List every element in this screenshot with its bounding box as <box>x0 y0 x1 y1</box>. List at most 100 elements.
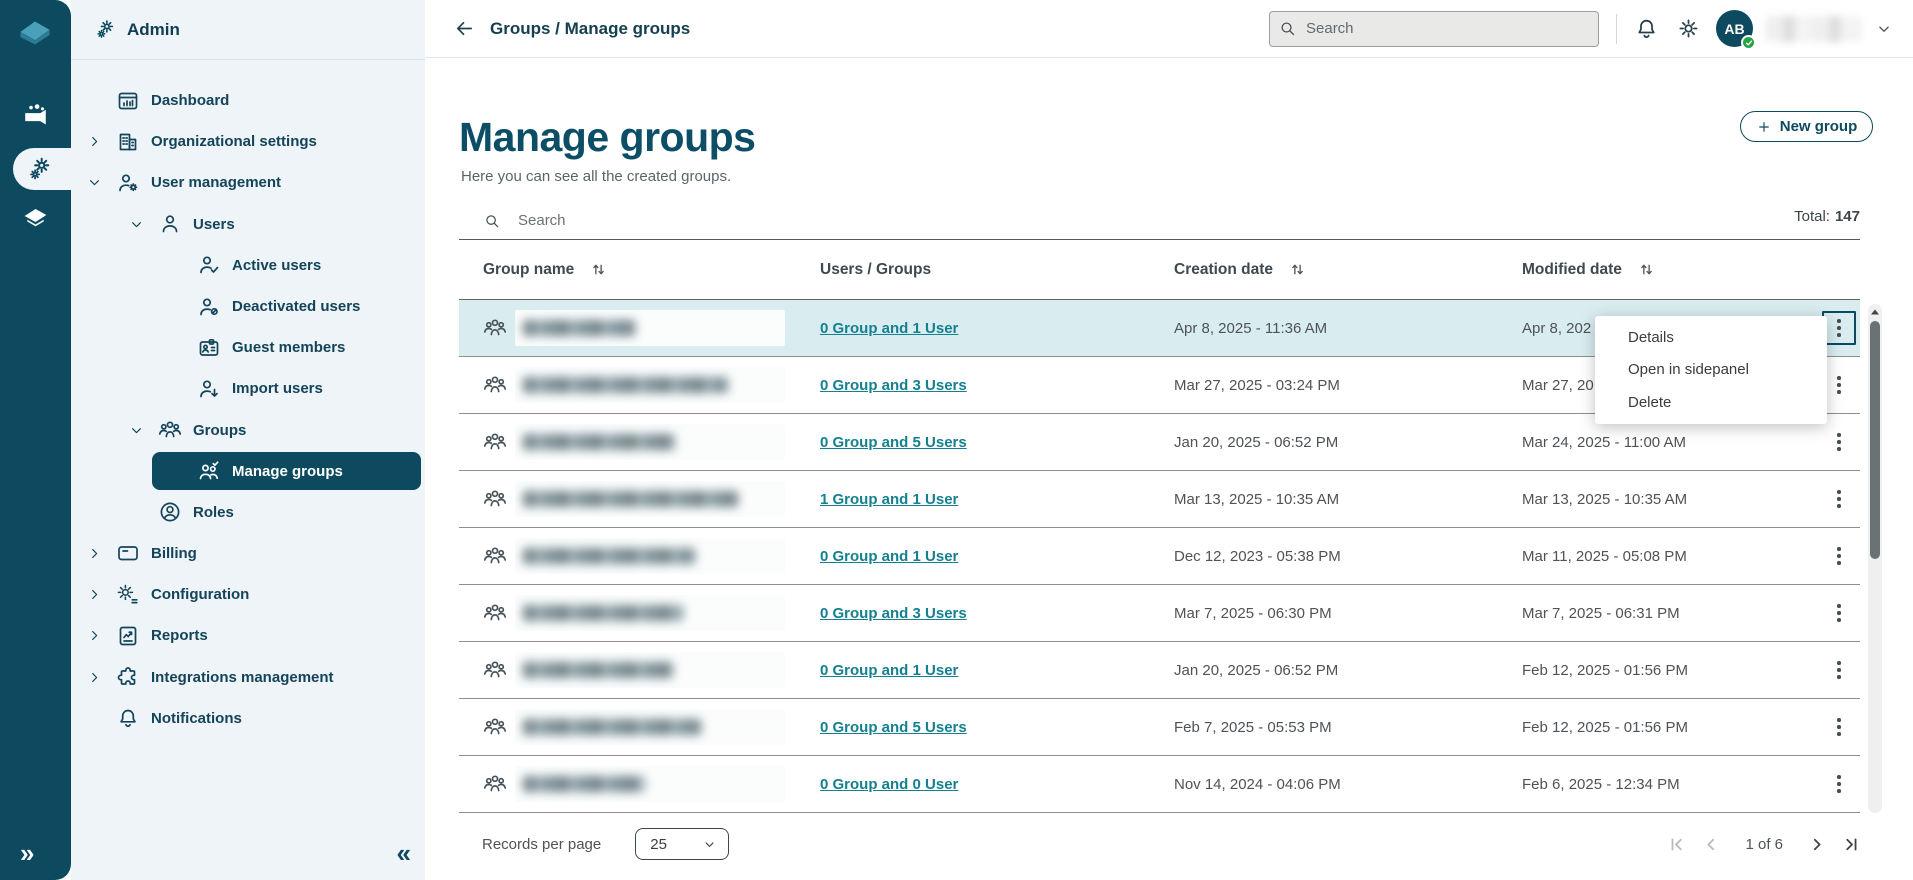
scroll-up-arrow-icon[interactable] <box>1869 307 1881 319</box>
row-actions-kebab-button[interactable] <box>1822 482 1856 516</box>
main-content: Manage groups Here you can see all the c… <box>425 58 1913 880</box>
group-name-redacted <box>515 595 785 631</box>
records-per-page-select[interactable]: 25 <box>635 828 730 860</box>
table-search-input[interactable] <box>518 212 918 229</box>
row-actions-kebab-button[interactable] <box>1822 311 1856 345</box>
user-name-redacted <box>1765 15 1861 42</box>
records-per-page-label: Records per page <box>482 835 602 853</box>
sort-icon[interactable] <box>1290 262 1305 277</box>
last-page-button[interactable] <box>1843 836 1860 853</box>
expand-rail-button[interactable]: » <box>20 840 34 866</box>
library-icon[interactable] <box>21 200 50 229</box>
column-header-modified-date[interactable]: Modified date <box>1522 261 1814 279</box>
users-groups-link[interactable]: 0 Group and 3 Users <box>820 605 967 622</box>
settings-gear-icon[interactable] <box>1676 16 1701 41</box>
group-name-cell <box>515 310 820 346</box>
avatar[interactable]: AB <box>1716 10 1756 50</box>
table-row[interactable]: 0 Group and 5 Users Feb 7, 2025 - 05:53 P… <box>459 699 1860 756</box>
admin-gears-icon[interactable] <box>26 155 54 183</box>
row-actions-kebab-button[interactable] <box>1822 767 1856 801</box>
creation-date: Apr 8, 2025 - 11:36 AM <box>1174 319 1328 337</box>
users-groups-link[interactable]: 0 Group and 1 User <box>820 548 958 565</box>
row-actions-kebab-button[interactable] <box>1822 539 1856 573</box>
sort-icon[interactable] <box>591 262 606 277</box>
scrollbar-thumb[interactable] <box>1870 321 1880 559</box>
total-value: 147 <box>1834 208 1860 225</box>
table-row[interactable]: 0 Group and 1 User Jan 20, 2025 - 06:52 P… <box>459 642 1860 699</box>
sidebar-item-notifications[interactable]: Notifications <box>71 698 425 739</box>
table-row[interactable]: 0 Group and 0 User Nov 14, 2024 - 04:06 P… <box>459 756 1860 813</box>
sidebar-item-integrations-management[interactable]: Integrations management <box>71 656 425 697</box>
users-groups-link[interactable]: 0 Group and 5 Users <box>820 719 967 736</box>
table-row[interactable]: 0 Group and 3 Users Mar 7, 2025 - 06:30 P… <box>459 585 1860 642</box>
sidebar-item-manage-groups[interactable]: Manage groups <box>152 452 421 491</box>
sidebar-header-label: Admin <box>127 19 180 39</box>
users-groups-link[interactable]: 0 Group and 3 Users <box>820 377 967 394</box>
notifications-bell-icon[interactable] <box>1634 16 1659 41</box>
chevron-slot <box>167 380 197 398</box>
sidebar-item-reports[interactable]: Reports <box>71 615 425 656</box>
sidebar-item-roles[interactable]: Roles <box>71 492 425 533</box>
sidebar-item-label: Groups <box>193 421 247 439</box>
row-actions-kebab-button[interactable] <box>1822 425 1856 459</box>
table-row[interactable]: 1 Group and 1 User Mar 13, 2025 - 10:35 A… <box>459 471 1860 528</box>
global-search-input[interactable] <box>1269 10 1599 47</box>
sidebar-item-label: Guest members <box>232 339 346 357</box>
chevron-slot <box>86 709 116 727</box>
sidebar-item-import-users[interactable]: Import users <box>71 368 425 409</box>
sidebar-item-users[interactable]: Users <box>71 204 425 245</box>
back-arrow-icon[interactable] <box>453 17 476 40</box>
users-groups-cell: 0 Group and 1 User <box>820 320 1174 337</box>
row-actions-kebab-button[interactable] <box>1822 710 1856 744</box>
topbar: Groups / Manage groups AB <box>425 0 1913 58</box>
column-header-group-name[interactable]: Group name <box>483 261 820 279</box>
context-menu-item-details[interactable]: Details <box>1595 321 1827 354</box>
column-header-creation-date[interactable]: Creation date <box>1174 261 1522 279</box>
sidebar-item-active-users[interactable]: Active users <box>71 245 425 286</box>
sidebar-item-dashboard[interactable]: Dashboard <box>71 80 425 121</box>
sidebar-item-label: Roles <box>193 503 234 521</box>
chevron-right-icon <box>86 544 116 562</box>
user-icon <box>158 212 182 236</box>
next-page-button[interactable] <box>1809 836 1826 853</box>
sidebar-item-organizational-settings[interactable]: Organizational settings <box>71 121 425 162</box>
chevron-right-icon <box>86 627 116 645</box>
row-actions-kebab-button[interactable] <box>1822 368 1856 402</box>
creation-date: Dec 12, 2023 - 05:38 PM <box>1174 547 1341 565</box>
modified-date: Mar 13, 2025 - 10:35 AM <box>1522 490 1688 508</box>
chevron-down-icon[interactable] <box>1875 20 1893 38</box>
sidebar-item-groups[interactable]: Groups <box>71 410 425 451</box>
group-icon <box>483 715 507 739</box>
chevron-down-icon <box>128 215 158 233</box>
sidebar-item-configuration[interactable]: Configuration <box>71 574 425 615</box>
pager: 1 of 6 <box>1668 836 1860 853</box>
app-logo-icon[interactable] <box>14 12 56 46</box>
sidebar-item-billing[interactable]: Billing <box>71 533 425 574</box>
table-row[interactable]: 0 Group and 1 User Dec 12, 2023 - 05:38 P… <box>459 528 1860 585</box>
table-search <box>459 202 1860 240</box>
plus-icon <box>1756 119 1772 135</box>
breadcrumb: Groups / Manage groups <box>490 18 691 38</box>
sort-icon[interactable] <box>1639 262 1654 277</box>
studio-icon[interactable] <box>21 102 50 131</box>
new-group-button[interactable]: New group <box>1740 111 1873 142</box>
users-groups-link[interactable]: 0 Group and 1 User <box>820 662 958 679</box>
users-groups-link[interactable]: 0 Group and 5 Users <box>820 434 967 451</box>
creation-date: Jan 20, 2025 - 06:52 PM <box>1174 433 1339 451</box>
users-groups-link[interactable]: 0 Group and 0 User <box>820 776 958 793</box>
previous-page-button[interactable] <box>1702 836 1719 853</box>
row-actions-kebab-button[interactable] <box>1822 596 1856 630</box>
context-menu-item-delete[interactable]: Delete <box>1595 386 1827 419</box>
users-groups-link[interactable]: 0 Group and 1 User <box>820 320 958 337</box>
sidebar-item-guest-members[interactable]: Guest members <box>71 327 425 368</box>
sidebar-item-deactivated-users[interactable]: Deactivated users <box>71 286 425 327</box>
creation-date: Mar 13, 2025 - 10:35 AM <box>1174 490 1340 508</box>
users-groups-cell: 0 Group and 1 User <box>820 662 1174 679</box>
sidebar-item-user-management[interactable]: User management <box>71 162 425 203</box>
row-actions-kebab-button[interactable] <box>1822 653 1856 687</box>
users-groups-link[interactable]: 1 Group and 1 User <box>820 491 958 508</box>
context-menu-item-open-in-sidepanel[interactable]: Open in sidepanel <box>1595 354 1827 387</box>
collapse-sidebar-button[interactable]: « <box>397 840 411 866</box>
table-scrollbar[interactable] <box>1868 304 1882 813</box>
first-page-button[interactable] <box>1668 836 1685 853</box>
